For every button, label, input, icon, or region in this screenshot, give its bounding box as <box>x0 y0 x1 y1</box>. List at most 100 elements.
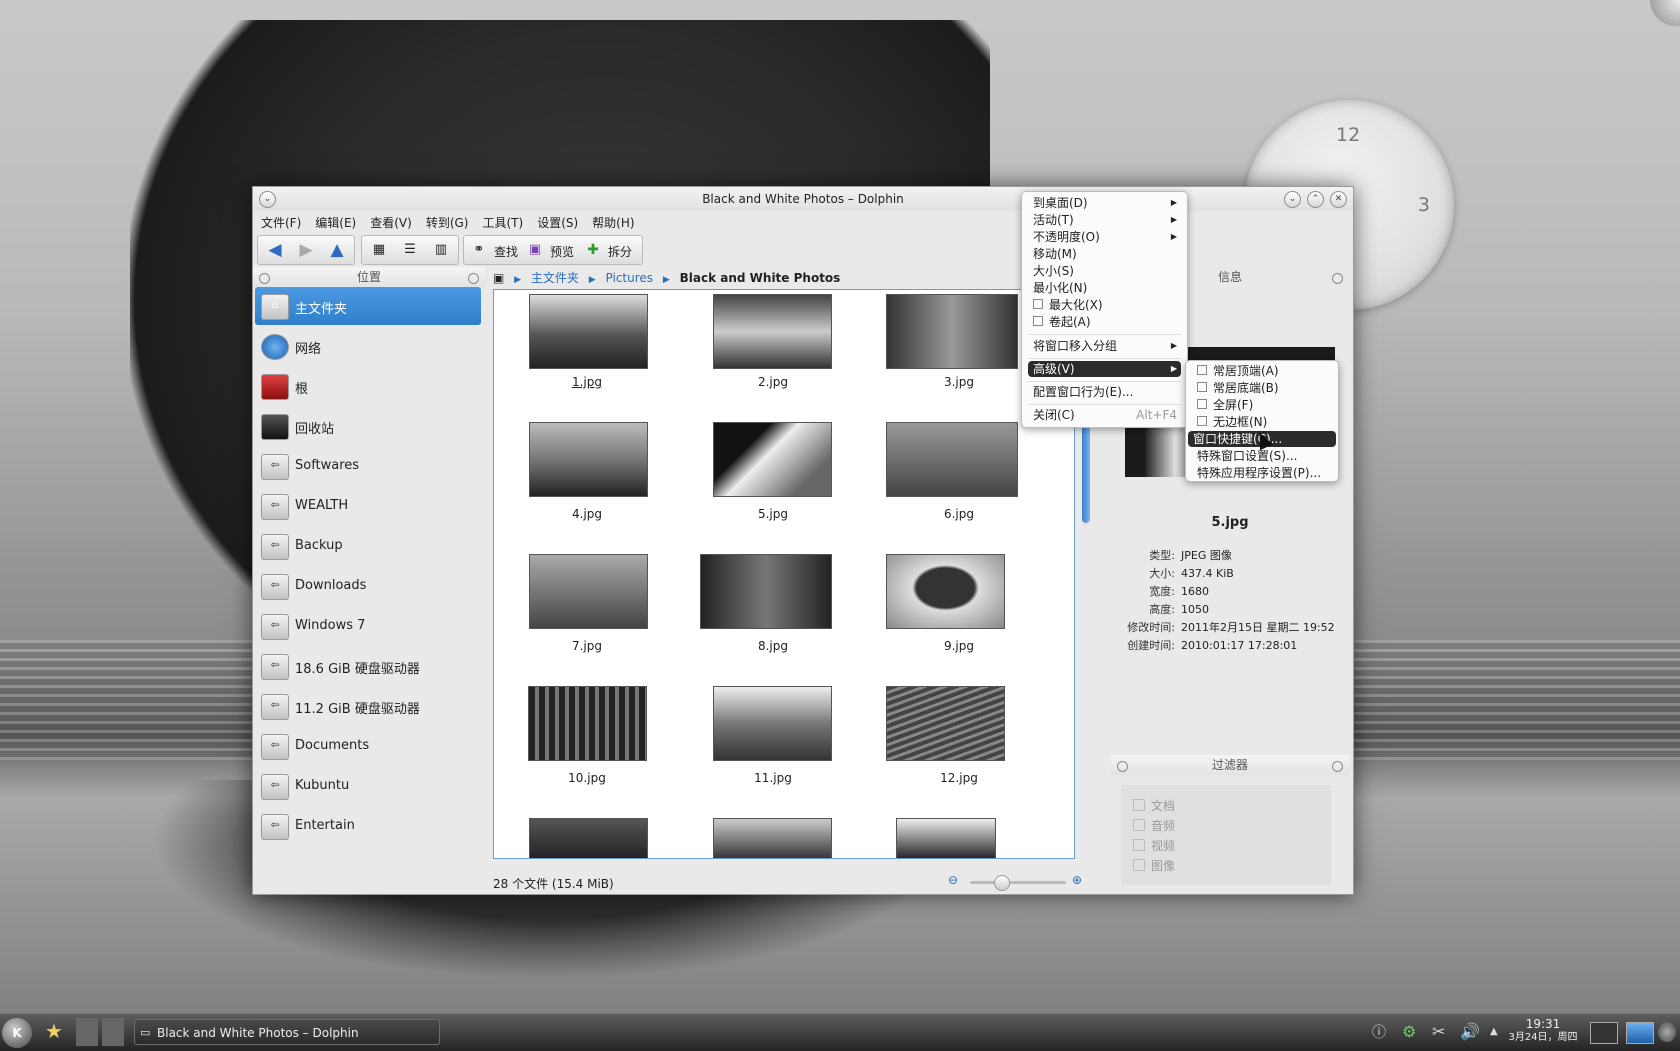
menu-item-activities[interactable]: 活动(T) ▶ <box>1028 212 1181 228</box>
menu-file[interactable]: 文件(F) <box>253 211 307 231</box>
place-drive[interactable]: ⇦ 18.6 GiB 硬盘驱动器 <box>255 647 481 685</box>
kickoff-launcher-icon[interactable]: K <box>2 1018 32 1048</box>
place-drive[interactable]: ⇦ Downloads <box>255 567 481 605</box>
taskbar-task-dolphin[interactable]: ▭ Black and White Photos – Dolphin <box>134 1019 440 1045</box>
icons-view-icon[interactable]: ▦ <box>368 240 390 260</box>
filter-video[interactable]: 视频 <box>1133 837 1175 854</box>
menu-item-keep-below[interactable]: 常居底端(B) <box>1192 380 1332 396</box>
breadcrumb-home[interactable]: 主文件夹 <box>531 271 579 285</box>
file-item[interactable]: 4.jpg <box>494 422 680 532</box>
menu-item-resize[interactable]: 大小(S) <box>1028 263 1181 279</box>
menu-item-fullscreen[interactable]: 全屏(F) <box>1192 397 1332 413</box>
menu-item-shade[interactable]: 卷起(A) <box>1028 314 1181 330</box>
find-button[interactable]: 查找 <box>494 243 518 260</box>
cashew-icon[interactable] <box>1658 1022 1676 1042</box>
split-button[interactable]: 拆分 <box>608 243 632 260</box>
scrollbar-handle[interactable] <box>1082 419 1090 523</box>
back-arrow-icon[interactable]: ◀ <box>264 240 286 260</box>
filter-audio[interactable]: 音频 <box>1133 817 1175 834</box>
zoom-handle[interactable] <box>994 875 1010 891</box>
file-item[interactable]: 9.jpg <box>866 554 1052 664</box>
checkbox[interactable] <box>1133 799 1145 811</box>
info-tray-icon[interactable]: ⓘ <box>1372 1022 1386 1042</box>
menu-item-window-rules[interactable]: 特殊窗口设置(S)... <box>1192 448 1332 464</box>
close-button[interactable]: ✕ <box>1330 191 1347 208</box>
place-drive[interactable]: ⇦ Kubuntu <box>255 767 481 805</box>
place-drive[interactable]: ⇦ Windows 7 <box>255 607 481 645</box>
menu-settings[interactable]: 设置(S) <box>529 211 584 231</box>
file-item[interactable] <box>680 818 866 858</box>
tray-expand-arrow-icon[interactable]: ▲ <box>1490 1026 1498 1037</box>
menu-item-no-border[interactable]: 无边框(N) <box>1192 414 1332 430</box>
menu-item-configure[interactable]: 配置窗口行为(E)... <box>1028 384 1181 400</box>
title-bar[interactable]: ⌄ Black and White Photos – Dolphin ⌄ ⌃ ✕ <box>253 187 1353 211</box>
menu-item-maximize[interactable]: 最大化(X) <box>1028 297 1181 313</box>
zoom-slider[interactable]: ⊖ ⊕ <box>948 873 1088 891</box>
checkbox[interactable] <box>1133 839 1145 851</box>
menu-item-minimize[interactable]: 最小化(N) <box>1028 280 1181 296</box>
menu-tools[interactable]: 工具(T) <box>474 211 529 231</box>
place-drive[interactable]: ⇦ Softwares <box>255 447 481 485</box>
filter-document[interactable]: 文档 <box>1133 797 1175 814</box>
menu-go[interactable]: 转到(G) <box>418 211 475 231</box>
forward-arrow-icon[interactable]: ▶ <box>295 240 317 260</box>
show-desktop-icon[interactable] <box>1626 1022 1654 1044</box>
file-item[interactable]: 6.jpg <box>866 422 1052 532</box>
file-item[interactable]: 7.jpg <box>494 554 680 664</box>
star-launcher-icon[interactable]: ★ <box>40 1019 68 1045</box>
menu-view[interactable]: 查看(V) <box>362 211 418 231</box>
panel-close-icon[interactable] <box>468 273 479 284</box>
columns-view-icon[interactable]: ▥ <box>430 240 452 260</box>
klipper-scissors-icon[interactable]: ✂ <box>1432 1022 1445 1041</box>
preview-button[interactable]: 预览 <box>550 243 574 260</box>
file-item[interactable] <box>866 818 1052 858</box>
camera-folder-icon[interactable]: ▣ <box>493 271 504 285</box>
panel-pin-icon[interactable] <box>1117 761 1128 772</box>
panel-close-icon[interactable] <box>1332 761 1343 772</box>
place-drive[interactable]: ⇦ Backup <box>255 527 481 565</box>
place-drive[interactable]: ⇦ Entertain <box>255 807 481 845</box>
file-item[interactable]: 12.jpg <box>866 686 1052 796</box>
filter-image[interactable]: 图像 <box>1133 857 1175 874</box>
digital-clock[interactable]: 19:31 3月24日，周四 <box>1508 1017 1578 1045</box>
file-item[interactable] <box>494 818 680 858</box>
up-arrow-icon[interactable]: ▲ <box>326 240 348 260</box>
panel-pin-icon[interactable] <box>259 273 270 284</box>
volume-icon[interactable]: 🔊 <box>1460 1022 1480 1041</box>
menu-item-app-rules[interactable]: 特殊应用程序设置(P)... <box>1192 465 1332 481</box>
minimize-button[interactable]: ⌄ <box>1284 191 1301 208</box>
update-tray-icon[interactable]: ⚙ <box>1402 1022 1416 1041</box>
menu-item-move[interactable]: 移动(M) <box>1028 246 1181 262</box>
place-home[interactable]: ⌂ 主文件夹 <box>255 287 481 325</box>
binoculars-icon[interactable]: ⚭ <box>468 240 490 260</box>
place-root[interactable]: 根 <box>255 367 481 405</box>
pager-widget[interactable] <box>76 1018 124 1046</box>
system-monitor-icon[interactable] <box>1590 1022 1618 1044</box>
file-item[interactable]: 2.jpg <box>680 290 866 400</box>
menu-item-opacity[interactable]: 不透明度(O) ▶ <box>1028 229 1181 245</box>
checkbox[interactable] <box>1133 859 1145 871</box>
place-drive[interactable]: ⇦ WEALTH <box>255 487 481 525</box>
file-view[interactable]: 1.jpg 2.jpg 3.jpg 4.jpg 5.jpg 6.jpg 7.jp… <box>493 289 1075 859</box>
place-drive[interactable]: ⇦ Documents <box>255 727 481 765</box>
menu-item-to-desktop[interactable]: 到桌面(D) ▶ <box>1028 195 1181 211</box>
zoom-out-icon[interactable]: ⊖ <box>948 873 958 887</box>
menu-item-keep-above[interactable]: 常居顶端(A) <box>1192 363 1332 379</box>
details-view-icon[interactable]: ☰ <box>399 240 421 260</box>
menu-edit[interactable]: 编辑(E) <box>307 211 362 231</box>
breadcrumb-pictures[interactable]: Pictures <box>606 271 654 285</box>
place-network[interactable]: 网络 <box>255 327 481 365</box>
breadcrumb-current[interactable]: Black and White Photos <box>680 271 841 285</box>
file-item[interactable]: 8.jpg <box>680 554 866 664</box>
zoom-in-icon[interactable]: ⊕ <box>1072 873 1082 887</box>
menu-item-advanced[interactable]: 高级(V) ▶ <box>1028 361 1181 377</box>
file-item[interactable]: 11.jpg <box>680 686 866 796</box>
preview-icon[interactable]: ▣ <box>524 240 546 260</box>
menu-item-group[interactable]: 将窗口移入分组 ▶ <box>1028 338 1181 354</box>
file-item[interactable]: 1.jpg <box>494 290 680 400</box>
file-item[interactable]: 5.jpg <box>680 422 866 532</box>
checkbox[interactable] <box>1133 819 1145 831</box>
menu-item-close[interactable]: 关闭(C) Alt+F4 <box>1028 407 1181 423</box>
place-trash[interactable]: 回收站 <box>255 407 481 445</box>
maximize-button[interactable]: ⌃ <box>1307 191 1324 208</box>
